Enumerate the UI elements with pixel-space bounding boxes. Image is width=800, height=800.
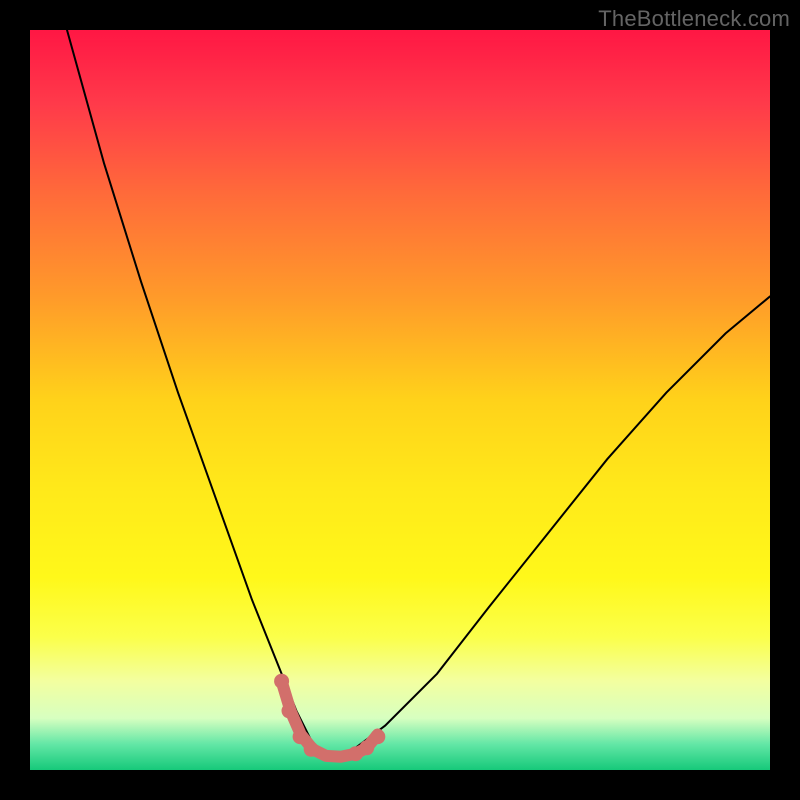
watermark-text: TheBottleneck.com bbox=[598, 6, 790, 32]
marker-dot bbox=[282, 703, 297, 718]
bottleneck-curve bbox=[67, 30, 770, 755]
marker-dot bbox=[293, 729, 308, 744]
marker-dot bbox=[304, 742, 319, 757]
marker-dot bbox=[359, 740, 374, 755]
curve-marker-dots bbox=[274, 674, 385, 762]
plot-area bbox=[30, 30, 770, 770]
curve-overlay bbox=[30, 30, 770, 770]
chart-frame: TheBottleneck.com bbox=[0, 0, 800, 800]
marker-dot bbox=[370, 729, 385, 744]
marker-dot bbox=[274, 674, 289, 689]
